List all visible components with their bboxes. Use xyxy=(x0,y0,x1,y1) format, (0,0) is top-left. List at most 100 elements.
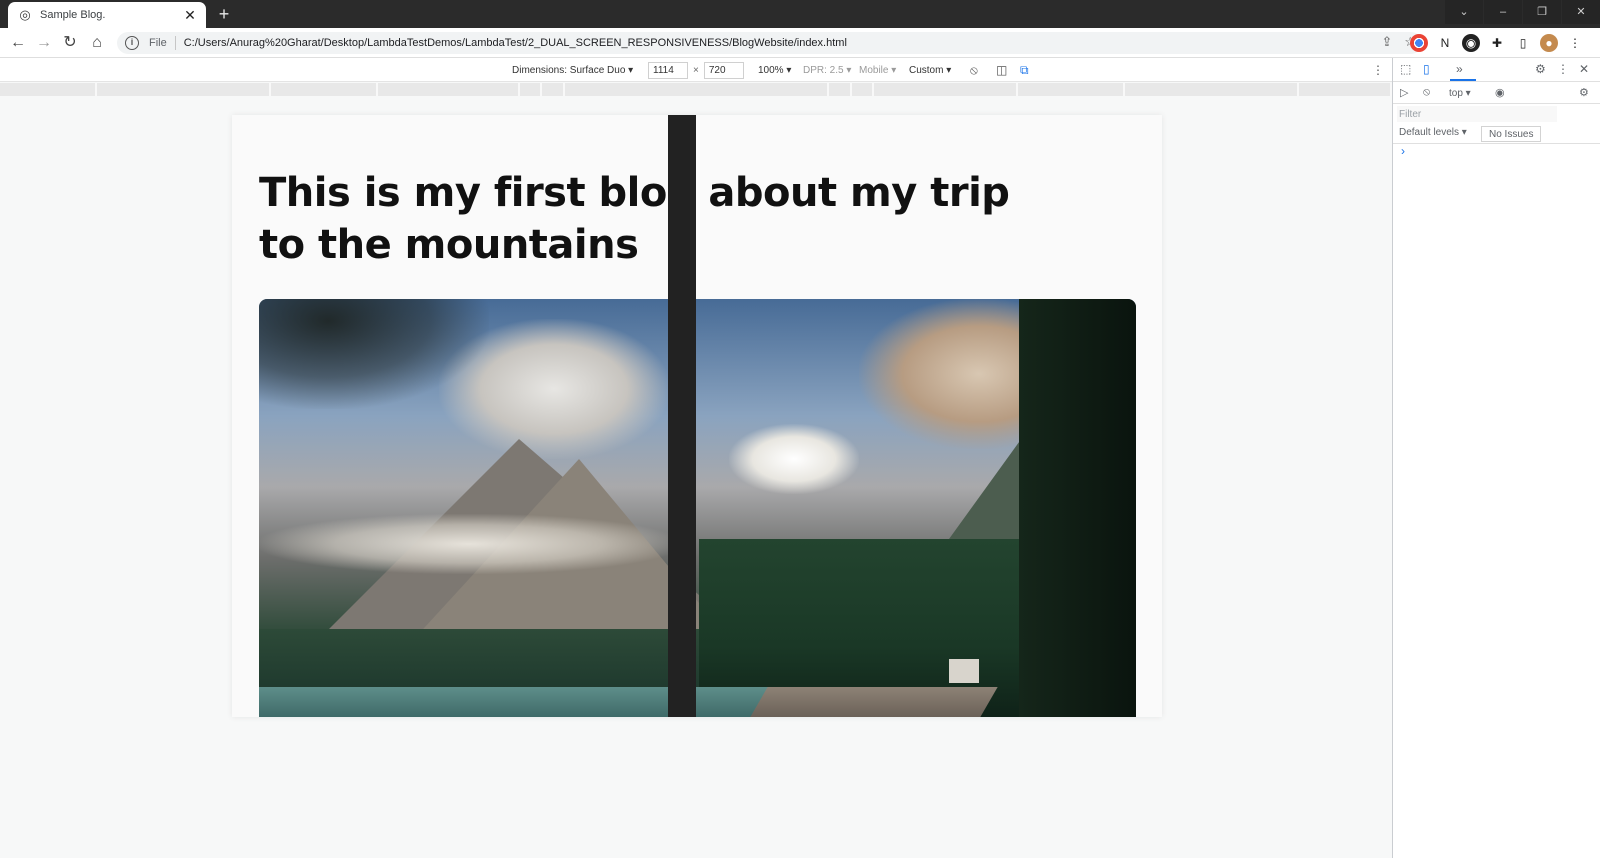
browser-toolbar: ← → ↻ ⌂ i File C:/Users/Anurag%20Gharat/… xyxy=(0,28,1600,58)
console-settings-icon[interactable]: ⚙ xyxy=(1579,86,1589,99)
title-bar: ◎ Sample Blog. ✕ + ⌄ – ❐ ✕ xyxy=(0,0,1600,28)
ruler-segment[interactable] xyxy=(378,83,520,96)
notion-extension-icon[interactable]: N xyxy=(1436,34,1454,52)
rotate-icon: ⦸ xyxy=(970,62,978,77)
close-tab-icon[interactable]: ✕ xyxy=(182,7,198,24)
url-scheme: File xyxy=(149,37,167,49)
close-devtools-icon[interactable]: ✕ xyxy=(1579,62,1589,76)
sidebar-toggle-icon[interactable]: ▷ xyxy=(1400,86,1408,99)
ruler-segment[interactable] xyxy=(1299,83,1392,96)
context-select[interactable]: top ▾ xyxy=(1445,85,1475,101)
devtools-menu-icon[interactable]: ⋮ xyxy=(1557,62,1569,76)
cloud xyxy=(729,424,859,494)
tree-branches xyxy=(259,299,489,409)
profile-avatar[interactable]: ● xyxy=(1540,34,1558,52)
chapel xyxy=(949,659,979,683)
device-toggle-icon[interactable]: ▯ xyxy=(1423,62,1430,76)
console-levels-bar: Default levels ▾ No Issues xyxy=(1393,124,1600,144)
reload-button[interactable]: ↻ xyxy=(59,32,81,54)
ruler-segment[interactable] xyxy=(271,83,378,96)
throttle-label: Custom ▾ xyxy=(909,64,952,76)
side-panel-icon[interactable]: ▯ xyxy=(1514,34,1532,52)
minimize-button[interactable]: – xyxy=(1484,0,1522,24)
dpr-label: DPR: 2.5 ▾ xyxy=(803,64,852,76)
forest xyxy=(259,629,699,689)
device-dimensions-select[interactable]: Dimensions: Surface Duo ▾ xyxy=(512,61,633,79)
tab-title: Sample Blog. xyxy=(40,9,106,21)
url-text[interactable]: C:/Users/Anurag%20Gharat/Desktop/LambdaT… xyxy=(184,37,847,49)
ruler-segment[interactable] xyxy=(542,83,565,96)
wooden-dock xyxy=(750,687,998,717)
console-toolbar: ▷ ⦸ top ▾ ◉ ⚙ xyxy=(1393,82,1600,104)
globe-icon: ◎ xyxy=(19,7,31,22)
surface-duo-screen: This is my first blog about my trip to t… xyxy=(232,115,1162,717)
ruler-segment[interactable] xyxy=(829,83,852,96)
ruler-segment[interactable] xyxy=(1018,83,1125,96)
times-sign: × xyxy=(693,64,699,76)
extension-icon[interactable]: ◉ xyxy=(1462,34,1480,52)
device-dimensions-label: Dimensions: Surface Duo ▾ xyxy=(512,64,634,76)
back-button[interactable]: ← xyxy=(7,32,29,54)
eye-icon[interactable]: ◉ xyxy=(1495,86,1505,99)
ruler-segment[interactable] xyxy=(565,83,829,96)
dual-screen-button[interactable]: ◫ xyxy=(996,61,1007,79)
devtools-tab-bar: ⬚ ▯ » ⚙ ⋮ ✕ xyxy=(1393,58,1600,82)
puzzle-extensions-icon[interactable]: ✚ xyxy=(1488,34,1506,52)
media-query-ruler xyxy=(0,83,1392,96)
throttle-select[interactable]: Custom ▾ xyxy=(909,61,951,79)
device-toolbar: Dimensions: Surface Duo ▾ 1114 × 720 100… xyxy=(0,58,1392,82)
home-button[interactable]: ⌂ xyxy=(86,32,108,54)
window-controls: ⌄ – ❐ ✕ xyxy=(1444,0,1600,24)
settings-gear-icon[interactable]: ⚙ xyxy=(1535,62,1546,76)
divider xyxy=(174,36,176,50)
extension-icons: N ◉ ✚ ▯ ● ⋮ xyxy=(1410,34,1584,52)
device-mode-select[interactable]: Mobile ▾ xyxy=(859,61,896,79)
ruler-segment[interactable] xyxy=(97,83,271,96)
device-mode-label: Mobile ▾ xyxy=(859,64,897,76)
ruler-segment[interactable] xyxy=(520,83,542,96)
console-prompt[interactable]: › xyxy=(1401,144,1405,158)
ruler-segment[interactable] xyxy=(1125,83,1299,96)
experimental-icon: ⧉ xyxy=(1020,62,1029,77)
devtools-panel: ⬚ ▯ » ⚙ ⋮ ✕ ▷ ⦸ top ▾ ◉ ⚙ Filter Default… xyxy=(1392,58,1600,858)
mountain-hero-image xyxy=(259,299,1136,717)
device-width-input[interactable]: 1114 xyxy=(648,61,688,79)
forward-button[interactable]: → xyxy=(33,32,55,54)
tab-search-button[interactable]: ⌄ xyxy=(1445,0,1483,24)
clear-console-icon[interactable]: ⦸ xyxy=(1423,86,1430,99)
blog-title: This is my first blog about my trip to t… xyxy=(259,170,1010,268)
zoom-label: 100% ▾ xyxy=(758,64,792,76)
more-tabs-button[interactable]: » xyxy=(1456,62,1463,76)
issues-button[interactable]: No Issues xyxy=(1481,126,1542,142)
dual-screen-icon: ◫ xyxy=(996,63,1008,77)
device-size-controls: 1114 × 720 xyxy=(648,61,744,79)
ruler-segment[interactable] xyxy=(874,83,1018,96)
ruler-segment[interactable] xyxy=(852,83,874,96)
menu-kebab-icon[interactable]: ⋮ xyxy=(1566,34,1584,52)
dpr-select[interactable]: DPR: 2.5 ▾ xyxy=(803,61,851,79)
ruler-segment[interactable] xyxy=(0,83,97,96)
emulated-viewport: This is my first blog about my trip to t… xyxy=(0,97,1392,858)
log-levels-select[interactable]: Default levels ▾ xyxy=(1399,127,1467,138)
share-icon[interactable]: ⇪ xyxy=(1381,34,1392,50)
zoom-select[interactable]: 100% ▾ xyxy=(758,61,791,79)
device-toolbar-more-button[interactable]: ⋮ xyxy=(1372,61,1384,79)
close-window-button[interactable]: ✕ xyxy=(1562,0,1600,24)
browser-tab[interactable]: ◎ Sample Blog. ✕ xyxy=(8,2,206,28)
active-tab-indicator xyxy=(1450,79,1476,81)
color-picker-extension-icon[interactable] xyxy=(1410,34,1428,52)
address-bar[interactable]: i File C:/Users/Anurag%20Gharat/Desktop/… xyxy=(117,32,1422,54)
rotate-button[interactable]: ⦸ xyxy=(970,61,978,79)
new-tab-button[interactable]: + xyxy=(213,3,235,25)
mist xyxy=(259,514,679,574)
info-icon[interactable]: i xyxy=(125,36,139,50)
more-options-icon: ⋮ xyxy=(1372,63,1384,77)
experimental-button[interactable]: ⧉ xyxy=(1020,61,1029,79)
trees xyxy=(1019,299,1136,717)
restore-button[interactable]: ❐ xyxy=(1523,0,1561,24)
inspect-element-icon[interactable]: ⬚ xyxy=(1400,62,1411,76)
dual-screen-hinge xyxy=(668,115,696,717)
console-filter-input[interactable]: Filter xyxy=(1397,106,1557,122)
device-height-input[interactable]: 720 xyxy=(703,61,744,79)
lake xyxy=(259,687,779,717)
